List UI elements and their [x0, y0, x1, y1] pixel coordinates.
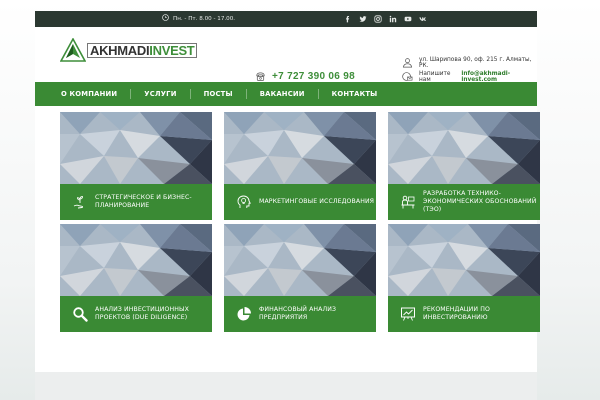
working-hours-text: Пн. - Пт. 8.00 - 17.00. — [173, 15, 236, 22]
service-card-label: Анализ инвестиционных проектов (due dili… — [95, 306, 189, 321]
hand-plant-icon — [73, 196, 84, 209]
polygon-background-image — [60, 112, 212, 184]
presentation-board-icon — [401, 307, 415, 321]
polygon-background-image — [224, 224, 376, 296]
user-location-icon — [402, 57, 413, 70]
service-card-label: Разработка технико-экономических обоснов… — [423, 190, 537, 213]
service-card[interactable]: Рекомендации по инвестированию — [388, 224, 540, 332]
service-card-band: Рекомендации по инвестированию — [388, 296, 540, 332]
service-card[interactable]: Анализ инвестиционных проектов (due dili… — [60, 224, 212, 332]
page-container: Пн. - Пт. 8.00 - 17.00. AKHMADIINVEST +7… — [35, 11, 540, 400]
top-bar: Пн. - Пт. 8.00 - 17.00. — [35, 11, 537, 27]
nav-item-contacts[interactable]: Контакты — [317, 89, 391, 99]
service-card-band: Анализ инвестиционных проектов (due dili… — [60, 296, 212, 332]
service-card-band: Финансовый анализ предприятия — [224, 296, 376, 332]
contact-info: ул. Шарипова 90, оф. 215 г. Алматы, РК. … — [402, 56, 537, 84]
footer-strip — [35, 372, 537, 400]
service-card-label: Маркетинговые исследования — [259, 198, 375, 205]
person-desk-icon — [401, 195, 415, 209]
logo-text-part2: INVEST — [149, 42, 195, 58]
logo-text-part1: AKHMADI — [90, 42, 150, 58]
service-card[interactable]: Разработка технико-экономических обоснов… — [388, 112, 540, 220]
service-card-label: Финансовый анализ предприятия — [259, 306, 337, 321]
linkedin-icon[interactable] — [388, 13, 397, 24]
nav-item-about[interactable]: О компании — [61, 89, 130, 99]
service-card[interactable]: Маркетинговые исследования — [224, 112, 376, 220]
nav-item-vacancies[interactable]: Вакансии — [245, 89, 318, 99]
service-card-label: Стратегическое и бизнес-планирование — [95, 194, 192, 209]
instagram-icon[interactable] — [373, 13, 382, 24]
phone-number-link[interactable]: +7 727 390 06 98 — [272, 71, 355, 82]
logo-text: AKHMADIINVEST — [87, 42, 198, 58]
facebook-icon[interactable] — [343, 13, 352, 24]
logo-mark-icon — [60, 38, 86, 62]
logo[interactable]: AKHMADIINVEST — [60, 38, 198, 62]
nav-item-posts[interactable]: Посты — [189, 89, 246, 99]
nav-item-services[interactable]: Услуги — [130, 89, 189, 99]
polygon-background-image — [60, 224, 212, 296]
main-nav: О компании Услуги Посты Вакансии Контакт… — [35, 82, 537, 106]
twitter-icon[interactable] — [358, 13, 367, 24]
vk-icon[interactable] — [418, 13, 427, 24]
service-card[interactable]: Финансовый анализ предприятия — [224, 224, 376, 332]
polygon-background-image — [224, 112, 376, 184]
service-card[interactable]: Стратегическое и бизнес-планирование — [60, 112, 212, 220]
social-links — [343, 13, 427, 24]
youtube-icon[interactable] — [403, 13, 412, 24]
services-grid: Стратегическое и бизнес-планирование Мар… — [60, 112, 540, 334]
address-row: ул. Шарипова 90, оф. 215 г. Алматы, РК. — [402, 56, 537, 70]
polygon-background-image — [388, 112, 540, 184]
service-card-band: Разработка технико-экономических обоснов… — [388, 184, 540, 220]
service-card-band: Стратегическое и бизнес-планирование — [60, 184, 212, 220]
service-card-label: Рекомендации по инвестированию — [423, 306, 490, 321]
pie-chart-icon — [237, 307, 251, 321]
service-card-band: Маркетинговые исследования — [224, 184, 376, 220]
clock-icon — [162, 14, 169, 23]
lightbulb-head-icon — [237, 195, 251, 208]
site-header: AKHMADIINVEST +7 727 390 06 98 ул. Шарип… — [35, 27, 537, 84]
address-text: ул. Шарипова 90, оф. 215 г. Алматы, РК. — [419, 57, 532, 69]
polygon-background-image — [388, 224, 540, 296]
magnifier-icon — [73, 307, 88, 322]
working-hours: Пн. - Пт. 8.00 - 17.00. — [162, 14, 235, 23]
